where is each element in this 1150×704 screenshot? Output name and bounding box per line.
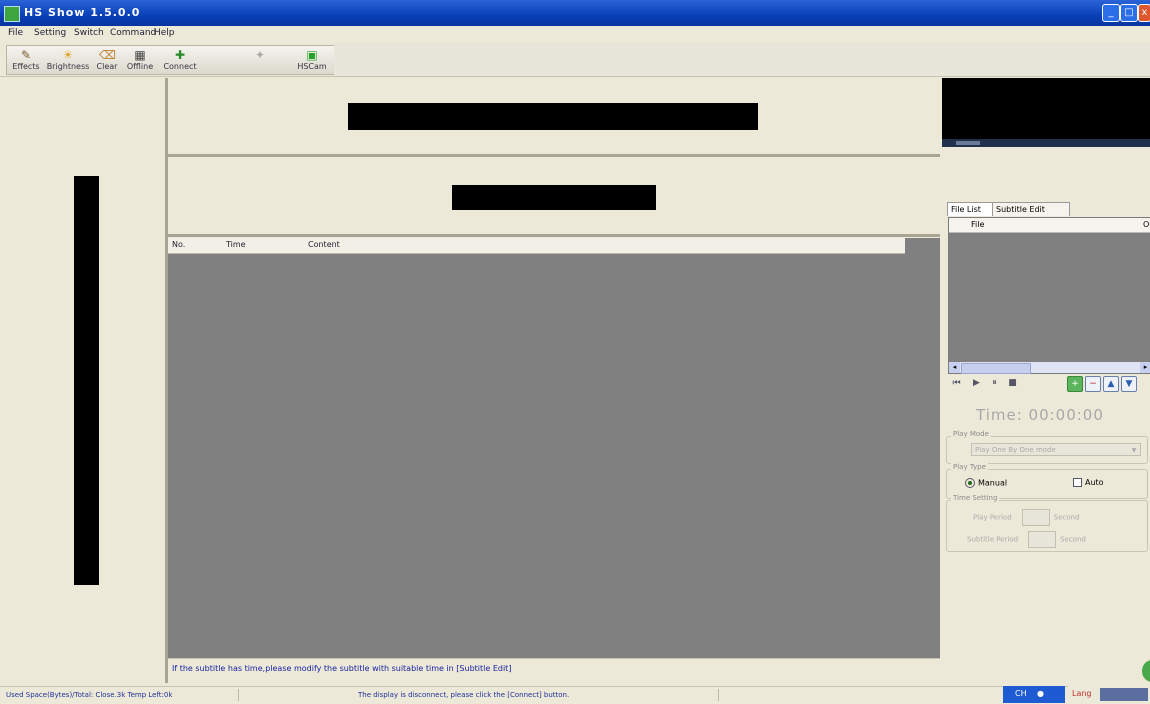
column-time[interactable]: Time: [226, 240, 246, 249]
subtitle-preview-panel: [168, 157, 940, 237]
status-space: Used Space(Bytes)/Total: Close.3k Temp L…: [6, 689, 239, 701]
play-type-label: Play Type: [951, 463, 988, 471]
help-icon[interactable]: ●: [1037, 689, 1044, 698]
pause-icon[interactable]: ⏸: [988, 377, 1001, 390]
effects-button[interactable]: ✎ Effects: [9, 46, 43, 74]
tab-subtitle-edit[interactable]: Subtitle Edit: [992, 202, 1070, 216]
time-setting-group: Time Setting Play Period Second Subtitle …: [946, 494, 1148, 552]
redacted-block: [452, 185, 656, 210]
scroll-left-icon[interactable]: ◂: [949, 362, 960, 373]
subtitle-period-row: Subtitle Period Second: [967, 531, 1086, 548]
scroll-right-icon[interactable]: ▸: [1140, 362, 1150, 373]
file-list-header: File Or: [949, 218, 1150, 233]
play-mode-select[interactable]: Play One By One mode ▼: [971, 443, 1141, 456]
column-content[interactable]: Content: [308, 240, 340, 249]
play-mode-value: Play One By One mode: [975, 446, 1056, 454]
menu-help[interactable]: Help: [154, 28, 175, 38]
minimize-button[interactable]: _: [1102, 4, 1120, 22]
subtitle-list[interactable]: No. Time Content: [168, 238, 940, 658]
brightness-button[interactable]: ☀ Brightness: [45, 46, 91, 74]
disabled-button[interactable]: ✦: [243, 46, 277, 74]
hscam-icon: ▣: [306, 48, 318, 62]
maximize-button[interactable]: □: [1120, 4, 1138, 22]
subtitle-list-header: No. Time Content: [168, 238, 905, 254]
clear-button[interactable]: ⌫ Clear: [93, 46, 121, 74]
menu-setting[interactable]: Setting: [34, 28, 66, 38]
hint-bar: If the subtitle has time,please modify t…: [168, 658, 940, 684]
play-period-row: Play Period Second: [973, 509, 1079, 526]
menu-command[interactable]: Command: [110, 28, 156, 38]
connect-button[interactable]: ✚ Connect: [159, 46, 201, 74]
tray-lang[interactable]: CH: [1015, 689, 1027, 698]
prev-icon[interactable]: ⏮: [950, 377, 963, 390]
menu-bar: File Setting Switch Command Help: [0, 26, 1150, 42]
right-panel: File List Subtitle Edit File Or ◂ ▸ ⏮ ▶ …: [942, 78, 1150, 683]
left-panel: [8, 78, 168, 683]
remove-file-button[interactable]: −: [1085, 376, 1101, 392]
chevron-down-icon[interactable]: ▼: [1128, 444, 1140, 455]
app-icon: [4, 6, 20, 22]
title-bar: HS Show 1.5.0.0 _ □ x: [0, 0, 1150, 26]
column-no[interactable]: No.: [172, 240, 185, 249]
hint-text: If the subtitle has time,please modify t…: [172, 664, 512, 673]
brightness-icon: ☀: [62, 48, 74, 62]
redacted-block: [74, 176, 99, 585]
subtitle-period-input[interactable]: [1028, 531, 1057, 548]
auto-checkbox[interactable]: Auto: [1073, 478, 1104, 487]
connect-icon: ✚: [174, 48, 186, 62]
hscam-button[interactable]: ▣ HSCam: [293, 46, 331, 74]
scroll-thumb[interactable]: [961, 363, 1031, 374]
playback-controls: ⏮ ▶ ⏸ ■ + − ▲ ▼: [948, 375, 1150, 395]
menu-switch[interactable]: Switch: [74, 28, 104, 38]
column-or[interactable]: Or: [1143, 220, 1150, 229]
move-down-button[interactable]: ▼: [1121, 376, 1137, 392]
status-bar: Used Space(Bytes)/Total: Close.3k Temp L…: [0, 686, 1150, 704]
status-connection: The display is disconnect, please click …: [358, 689, 719, 701]
manual-radio[interactable]: Manual: [965, 478, 1007, 488]
file-list[interactable]: File Or ◂ ▸: [948, 217, 1150, 374]
stop-icon[interactable]: ■: [1006, 377, 1019, 390]
offline-button[interactable]: ▦ Offline: [123, 46, 157, 74]
tray-area: CH ●: [1003, 686, 1065, 703]
video-preview: [942, 78, 1150, 139]
tray-lang-2[interactable]: Lang: [1072, 689, 1092, 698]
add-file-button[interactable]: +: [1067, 376, 1083, 392]
time-setting-label: Time Setting: [951, 494, 1000, 502]
play-mode-group: Play Mode Play One By One mode ▼: [946, 430, 1148, 464]
tab-file-list[interactable]: File List: [947, 202, 996, 216]
offline-icon: ▦: [134, 48, 146, 62]
radio-checked-icon: [965, 478, 975, 488]
checkbox-icon: [1073, 478, 1082, 487]
seek-knob[interactable]: [956, 141, 980, 145]
effects-icon: ✎: [20, 48, 32, 62]
window-title: HS Show 1.5.0.0: [24, 6, 141, 19]
play-period-input[interactable]: [1021, 509, 1050, 526]
column-file[interactable]: File: [971, 220, 984, 229]
toolbar-group: ✎ Effects ☀ Brightness ⌫ Clear ▦ Offline…: [6, 45, 336, 75]
play-icon[interactable]: ▶: [970, 377, 983, 390]
horizontal-scrollbar[interactable]: ◂ ▸: [949, 362, 1150, 374]
seek-bar[interactable]: [942, 139, 1150, 147]
move-up-button[interactable]: ▲: [1103, 376, 1119, 392]
display-preview-panel: [168, 78, 940, 157]
tray-clock: [1100, 688, 1148, 701]
menu-file[interactable]: File: [8, 28, 23, 38]
tray-area-right: Lang: [1068, 686, 1150, 703]
clear-icon: ⌫: [99, 48, 116, 62]
disabled-icon: ✦: [254, 48, 266, 62]
play-mode-label: Play Mode: [951, 430, 991, 438]
toolbar-fill: [334, 42, 1150, 76]
play-timer: Time: 00:00:00: [976, 406, 1104, 424]
redacted-block: [348, 103, 758, 130]
close-button[interactable]: x: [1138, 4, 1150, 22]
